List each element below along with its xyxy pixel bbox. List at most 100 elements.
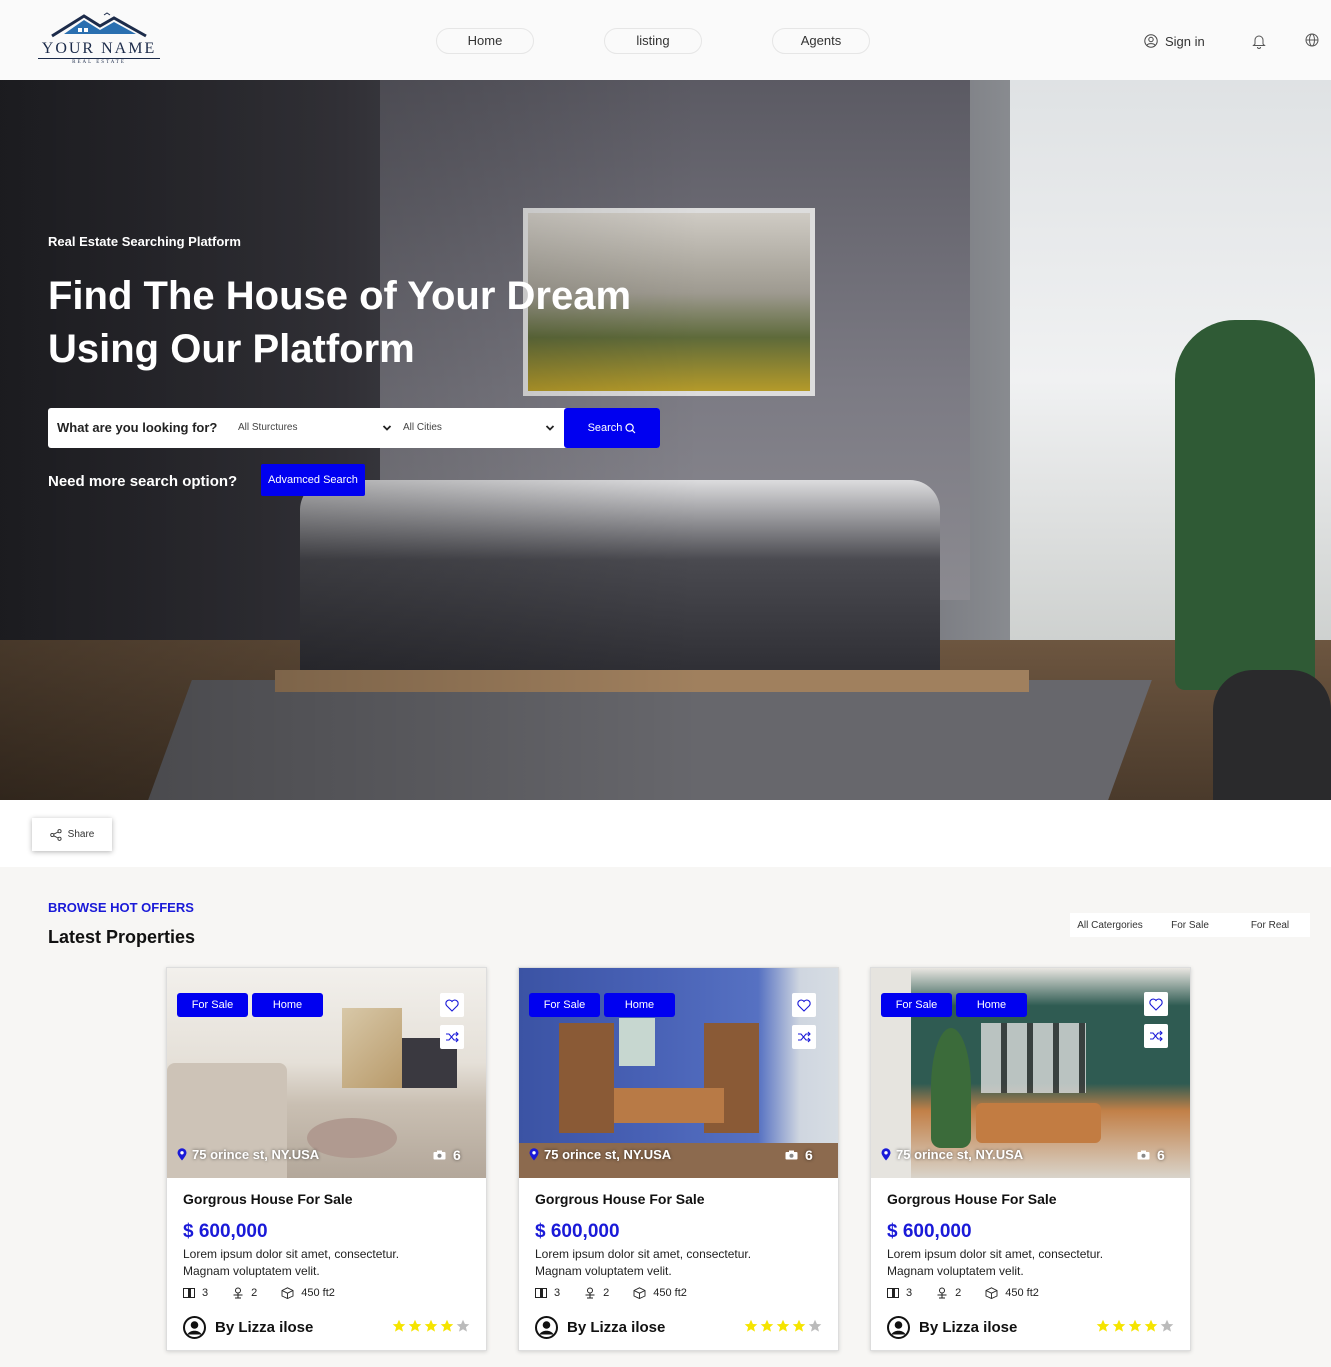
- property-address: 75 orince st, NY.USA: [177, 1147, 319, 1162]
- property-specs: 3 2 450 ft2: [887, 1287, 1039, 1299]
- star-icon: [760, 1319, 774, 1332]
- property-specs: 3 2 450 ft2: [535, 1287, 687, 1299]
- bath-icon: [937, 1287, 947, 1299]
- property-title[interactable]: Gorgrous House For Sale: [183, 1191, 353, 1207]
- baths-count: 2: [955, 1287, 962, 1299]
- agent-info[interactable]: By Lizza ilose: [183, 1316, 313, 1339]
- share-button[interactable]: Share: [32, 818, 112, 851]
- photo-count-value: 6: [805, 1147, 813, 1163]
- area-value: 450 ft2: [653, 1287, 687, 1299]
- property-specs: 3 2 450 ft2: [183, 1287, 335, 1299]
- cities-select[interactable]: All Cities: [403, 408, 558, 448]
- photo-count-value: 6: [1157, 1147, 1165, 1163]
- baths-count: 2: [603, 1287, 610, 1299]
- hero-title: Find The House of Your Dream Using Our P…: [48, 270, 688, 376]
- hero-title-line-1: Find The House of Your Dream: [48, 274, 632, 318]
- structures-select[interactable]: All Sturctures: [238, 408, 393, 448]
- star-empty-icon: [808, 1319, 822, 1332]
- property-price: $ 600,000: [183, 1221, 268, 1242]
- star-icon: [1128, 1319, 1142, 1332]
- property-description-line-1: Lorem ipsum dolor sit amet, consectetur.: [887, 1247, 1104, 1261]
- property-card[interactable]: For Sale Home 75 orince st, NY.USA 6 Gor…: [518, 967, 839, 1351]
- filter-for-sale[interactable]: For Sale: [1150, 920, 1230, 931]
- property-description: Lorem ipsum dolor sit amet, consectetur.…: [887, 1246, 1177, 1280]
- property-title[interactable]: Gorgrous House For Sale: [887, 1191, 1057, 1207]
- beds-count: 3: [202, 1287, 209, 1299]
- globe-icon[interactable]: [1305, 33, 1319, 47]
- area-value: 450 ft2: [301, 1287, 335, 1299]
- search-button[interactable]: Search: [564, 408, 660, 448]
- share-icon: [49, 828, 62, 841]
- shuffle-icon: [1150, 1030, 1163, 1042]
- hero-image-pot: [1213, 670, 1331, 800]
- badge-home: Home: [252, 993, 323, 1017]
- property-description-line-1: Lorem ipsum dolor sit amet, consectetur.: [535, 1247, 752, 1261]
- category-filter: All Catergories For Sale For Real: [1070, 913, 1310, 937]
- agent-info[interactable]: By Lizza ilose: [535, 1316, 665, 1339]
- star-icon: [392, 1319, 406, 1332]
- top-header: YOUR NAME REAL ESTATE Home listing Agent…: [0, 0, 1331, 80]
- property-card[interactable]: For Sale Home 75 orince st, NY.USA 6 Gor…: [870, 967, 1191, 1351]
- nav-home[interactable]: Home: [436, 28, 534, 54]
- bath-icon: [585, 1287, 595, 1299]
- hero-tagline: Real Estate Searching Platform: [48, 234, 241, 249]
- compare-button[interactable]: [440, 1025, 464, 1049]
- agent-info[interactable]: By Lizza ilose: [887, 1316, 1017, 1339]
- favorite-button[interactable]: [440, 993, 464, 1017]
- photo-count[interactable]: 6: [1137, 1147, 1165, 1163]
- house-roof-icon: [51, 12, 147, 38]
- property-title[interactable]: Gorgrous House For Sale: [535, 1191, 705, 1207]
- bell-icon[interactable]: [1252, 33, 1266, 49]
- favorite-button[interactable]: [792, 993, 816, 1017]
- nav-agents[interactable]: Agents: [772, 28, 870, 54]
- chevron-down-icon: [545, 425, 555, 431]
- search-icon: [625, 422, 636, 433]
- logo[interactable]: YOUR NAME REAL ESTATE: [38, 12, 160, 68]
- rating-stars: [1096, 1319, 1174, 1333]
- agent-name: By Lizza ilose: [919, 1319, 1018, 1336]
- property-price: $ 600,000: [535, 1221, 620, 1242]
- favorite-button[interactable]: [1144, 992, 1168, 1016]
- location-pin-icon: [529, 1148, 539, 1161]
- compare-button[interactable]: [792, 1025, 816, 1049]
- sign-in-link[interactable]: Sign in: [1144, 33, 1205, 49]
- photo-count[interactable]: 6: [433, 1147, 461, 1163]
- search-label: What are you looking for?: [57, 420, 218, 435]
- hero-image-cactus: [1175, 320, 1315, 690]
- compare-button[interactable]: [1144, 1024, 1168, 1048]
- property-price: $ 600,000: [887, 1221, 972, 1242]
- area-icon: [281, 1287, 294, 1299]
- search-bar: What are you looking for? All Sturctures…: [48, 408, 660, 448]
- hero-banner: Real Estate Searching Platform Find The …: [0, 80, 1331, 800]
- photo-count[interactable]: 6: [785, 1147, 813, 1163]
- star-icon: [792, 1319, 806, 1332]
- advanced-search-button[interactable]: Advamced Search: [261, 464, 365, 496]
- location-pin-icon: [177, 1148, 187, 1161]
- bed-icon: [183, 1288, 195, 1298]
- star-icon: [776, 1319, 790, 1332]
- badge-home: Home: [604, 993, 675, 1017]
- property-address-text: 75 orince st, NY.USA: [192, 1147, 320, 1162]
- heart-icon: [1149, 998, 1163, 1011]
- search-button-label: Search: [587, 422, 623, 434]
- property-description-line-2: Magnam voluptatem velit.: [183, 1264, 320, 1278]
- user-icon: [1144, 34, 1158, 48]
- bath-icon: [233, 1287, 243, 1299]
- star-icon: [1144, 1319, 1158, 1332]
- location-pin-icon: [881, 1148, 891, 1161]
- area-icon: [633, 1287, 646, 1299]
- filter-for-real[interactable]: For Real: [1230, 920, 1310, 931]
- chevron-down-icon: [382, 425, 392, 431]
- property-card[interactable]: For Sale Home 75 orince st, NY.USA 6 Gor…: [166, 967, 487, 1351]
- photo-count-value: 6: [453, 1147, 461, 1163]
- more-search-label: Need more search option?: [48, 473, 238, 490]
- nav-listing[interactable]: listing: [604, 28, 702, 54]
- rating-stars: [392, 1319, 470, 1333]
- area-value: 450 ft2: [1005, 1287, 1039, 1299]
- share-strip: Share: [0, 800, 1331, 867]
- star-empty-icon: [456, 1319, 470, 1332]
- property-address-text: 75 orince st, NY.USA: [544, 1147, 672, 1162]
- property-address: 75 orince st, NY.USA: [529, 1147, 671, 1162]
- filter-all-categories[interactable]: All Catergories: [1070, 920, 1150, 931]
- star-icon: [1112, 1319, 1126, 1332]
